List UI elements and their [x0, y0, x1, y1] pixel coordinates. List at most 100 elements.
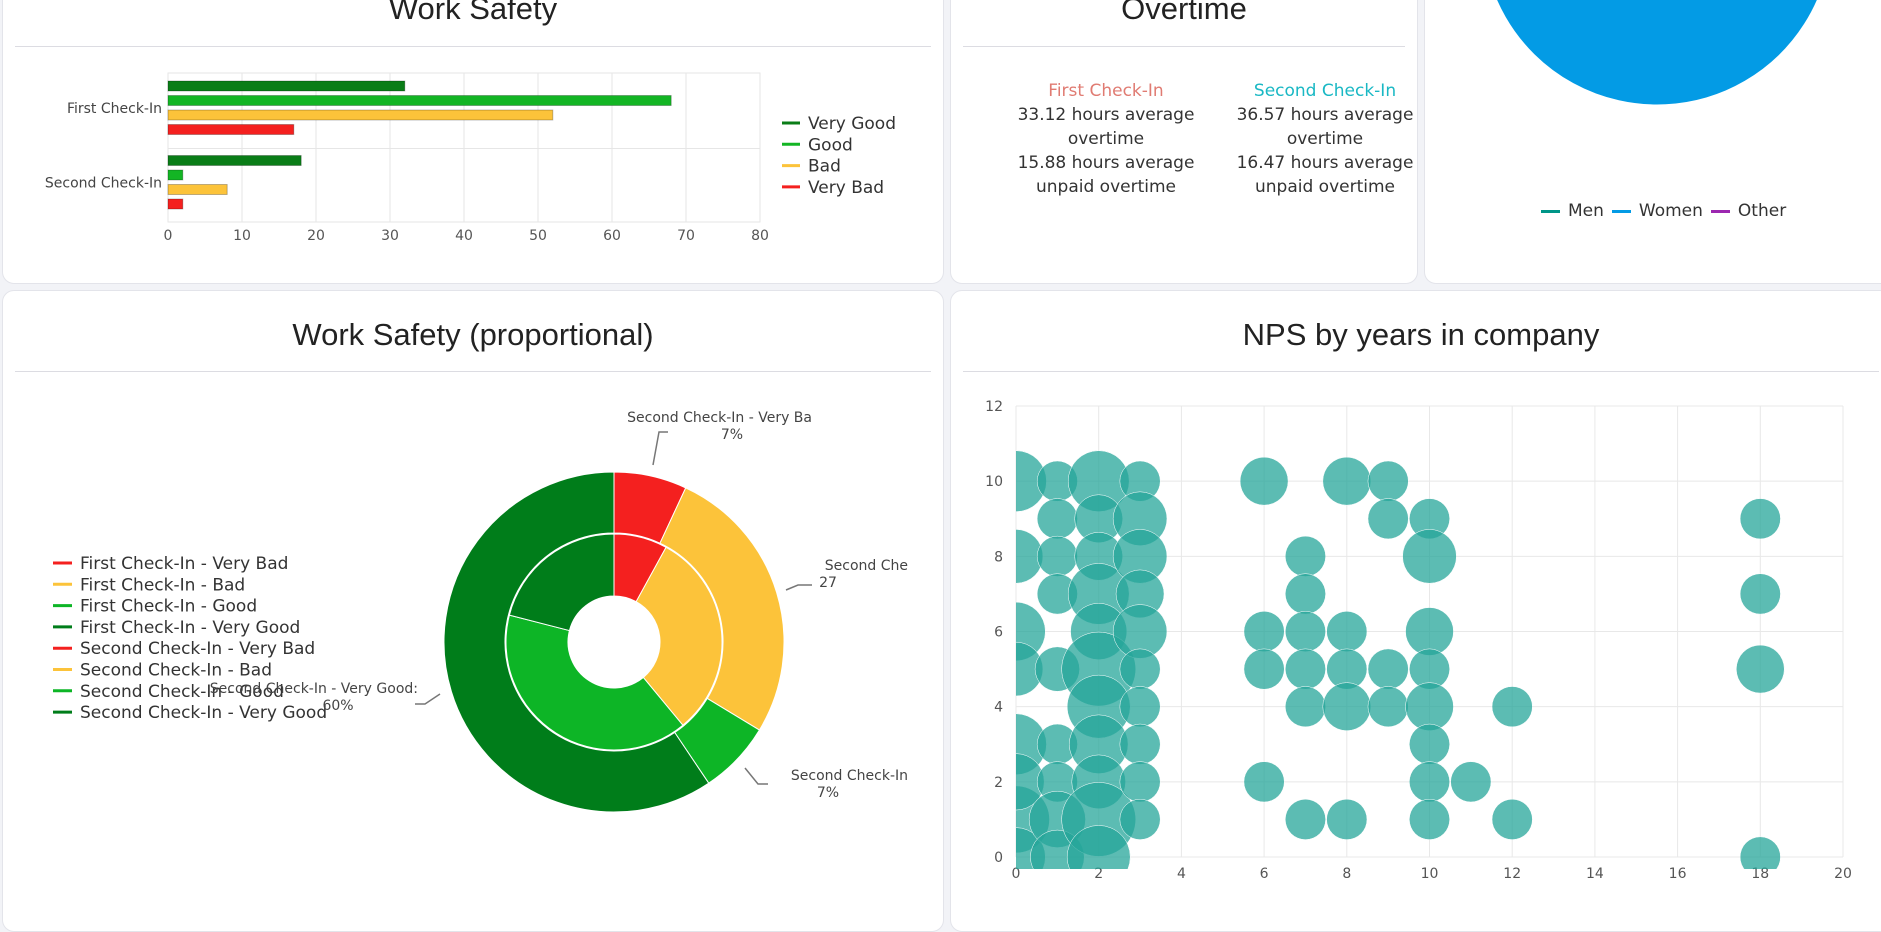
bubble-point [1243, 648, 1285, 690]
work-safety-proportional-title: Work Safety (proportional) [292, 317, 654, 352]
y-tick-label: 6 [994, 625, 1003, 641]
legend-label-first-check-in-good: First Check-In - Good [80, 597, 257, 617]
bubble-point [1367, 648, 1409, 690]
overtime-second-unpaid-unit: unpaid overtime [1255, 177, 1395, 197]
y-tick-label: 2 [994, 775, 1003, 791]
y-category-label: Second Check-In [45, 175, 162, 191]
legend-label-other: Other [1737, 201, 1787, 221]
bubble-point [1367, 686, 1409, 728]
bubble-point [1739, 498, 1781, 540]
x-tick-label: 50 [529, 228, 547, 244]
bubble-point [1405, 682, 1454, 731]
legend-label-second-check-in-very-good: Second Check-In - Very Good [80, 703, 327, 723]
overtime-first-checkin: First Check-In 33.12 hours average overt… [1006, 79, 1206, 199]
bubble-point [1119, 686, 1161, 728]
overtime-second-avg-unit: overtime [1286, 129, 1364, 149]
annotation-percent: 27 [819, 575, 837, 591]
bar-first-check-in-very-bad [167, 124, 295, 135]
legend-label-second-check-in-bad: Second Check-In - Bad [80, 661, 272, 681]
overtime-second-heading: Second Check-In [1253, 81, 1397, 101]
card-divider [963, 371, 1879, 372]
bubble-point [1409, 798, 1450, 840]
y-tick-label: 0 [994, 850, 1003, 866]
annotation-percent: 7% [817, 785, 839, 801]
bar-second-check-in-very-bad [167, 198, 184, 210]
bubble-point [1285, 798, 1326, 840]
work-safety-donut-chart: First Check-In - Very BadFirst Check-In … [53, 410, 908, 813]
legend-swatch-men [1541, 209, 1560, 213]
bubbles [1016, 450, 1785, 869]
bubble-point [1119, 798, 1161, 840]
annotation-leader [744, 767, 768, 785]
bubble-point [1326, 611, 1368, 652]
bubble-point [1409, 761, 1450, 803]
bubble-point [1736, 644, 1785, 694]
y-tick-label: 4 [994, 700, 1003, 716]
y-category-label: First Check-In [67, 101, 162, 117]
bubble-point [1285, 686, 1326, 728]
gender-pie-chart [1496, 0, 1818, 106]
legend-label-men: Men [1568, 201, 1604, 221]
bubble-point [1739, 573, 1781, 615]
overtime-first-unpaid: 15.88 hours average [1017, 153, 1195, 173]
gender-legend: Men Women Other [1541, 201, 1786, 221]
annotation-label: Second Che [825, 558, 908, 574]
bubble-point [1036, 535, 1078, 577]
annotation-label: Second Check-In - Very Good: [210, 681, 418, 697]
card-divider [963, 46, 1405, 47]
bar-first-check-in-good [167, 95, 672, 106]
legend-label-bad: Bad [808, 157, 841, 177]
x-tick-label: 10 [233, 228, 251, 244]
nps-bubble-chart: 0 2 4 6 8 10 12 14 16 18 20024681012 [985, 399, 1852, 882]
x-tick-label: 20 [1834, 866, 1852, 882]
bubble-point [1326, 798, 1368, 840]
legend-label-first-check-in-very-bad: First Check-In - Very Bad [80, 554, 288, 574]
x-tick-label: 14 [1586, 866, 1604, 882]
bubble-point [1322, 456, 1372, 506]
bubble-point [1285, 648, 1326, 690]
annotation-leader [785, 584, 812, 591]
bubble-point [1402, 529, 1457, 584]
bar-first-check-in-bad [167, 109, 554, 121]
card-divider [15, 371, 931, 372]
bar-second-check-in-very-good [167, 155, 302, 166]
bubble-point [1239, 456, 1289, 506]
overtime-title: Overtime [1121, 0, 1247, 26]
bubble-point [1243, 761, 1285, 803]
nps-title: NPS by years in company [1242, 317, 1600, 352]
legend-swatch-other [1710, 209, 1730, 213]
x-tick-label: 0 [164, 228, 173, 244]
x-tick-label: 16 [1669, 866, 1687, 882]
overtime-card: Overtime First Check-In 33.12 hours aver… [950, 0, 1418, 284]
x-tick-label: 4 [1177, 866, 1186, 882]
y-tick-label: 10 [985, 474, 1003, 490]
bubble-point [1285, 535, 1326, 577]
x-tick-label: 10 [1421, 866, 1439, 882]
work-safety-bar-chart: 0 10 20 30 40 50 60 70 80 First Check-In Second Ch… [45, 72, 896, 244]
annotation-leader [652, 431, 668, 466]
overtime-first-avg-unit: overtime [1067, 129, 1145, 149]
x-tick-label: 40 [455, 228, 473, 244]
bar-first-check-in-very-good [167, 80, 406, 92]
legend-label-very-good: Very Good [808, 114, 896, 134]
legend-label-first-check-in-bad: First Check-In - Bad [80, 575, 245, 595]
x-tick-label: 80 [751, 228, 769, 244]
bubble-point [1285, 611, 1326, 652]
x-tick-label: 20 [307, 228, 325, 244]
x-tick-label: 8 [1342, 866, 1351, 882]
legend-label-good: Good [808, 135, 853, 155]
legend-label-first-check-in-very-good: First Check-In - Very Good [80, 618, 300, 638]
bubble-point [1119, 723, 1161, 765]
annotation-percent: 60% [322, 698, 353, 714]
bubble-point [1409, 723, 1450, 765]
x-tick-label: 12 [1503, 866, 1521, 882]
y-tick-label: 12 [985, 399, 1003, 415]
legend-label-women: Women [1638, 201, 1703, 221]
bubble-point [1367, 498, 1409, 540]
bubble-point [1243, 611, 1285, 652]
bubble-point [1119, 761, 1161, 803]
bubble-point [1322, 682, 1372, 731]
bubble-point [1491, 798, 1533, 840]
overtime-second-checkin: Second Check-In 36.57 hours average over… [1225, 79, 1417, 199]
legend-label-very-bad: Very Bad [808, 178, 884, 198]
